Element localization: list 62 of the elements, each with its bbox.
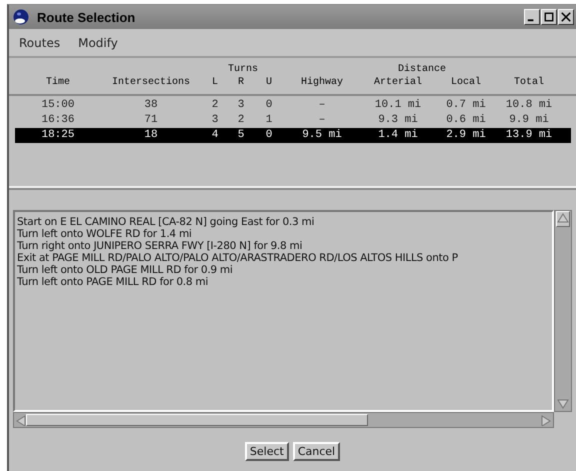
table-cell-text: 0.6 mi [445,113,487,128]
menu-item[interactable]: Routes [19,36,60,50]
column-header: Highway [300,76,344,90]
table-cell-text: 38 [143,98,159,113]
column-header: R [236,76,245,90]
table-cell-text: 10.8 mi [504,98,554,113]
scroll-left-icon[interactable] [15,414,27,426]
table-cell-text: 0.7 mi [445,98,487,113]
window-title: Route Selection [37,10,136,24]
globe-icon [13,9,29,25]
minimize-button[interactable] [524,9,540,25]
direction-line: Exit at PAGE MILL RD/PALO ALTO/PALO ALTO/ARASTRADERO RD/LOS ALTOS HILLS onto P [17,252,459,264]
table-cell-text: 16:36 [40,113,76,128]
direction-line: Turn right onto JUNIPERO SERRA FWY [I-280 N] for 9.8 mi [17,240,304,252]
table-row[interactable]: 15:00 38 2 3 0 – 10.1 mi 0.7 mi 10.8 mi [15,98,571,113]
table-cell-text: 1.4 mi [377,128,419,143]
maximize-button[interactable] [541,9,557,25]
column-header: U [264,76,273,90]
column-header: Time [44,76,71,90]
table-cell-text: 71 [143,113,159,128]
menu-item[interactable]: Modify [78,36,118,50]
table-cell-text: 18 [143,128,159,143]
table-row[interactable]: 16:36 71 3 2 1 – 9.3 mi 0.6 mi 9.9 mi [15,113,571,128]
table-cell-text: 1 [264,113,274,128]
table-cell-text: 0 [264,128,274,143]
table-cell-text: 2 [210,98,220,113]
table-row[interactable]: 18:25 18 4 5 0 9.5 mi 1.4 mi 2.9 mi 13.9 mi [15,128,571,143]
table-cell-text: 9.3 mi [377,113,419,128]
column-header: Local [450,76,482,90]
close-button[interactable] [558,9,574,25]
table-cell-text: 0 [264,98,274,113]
table-cell-text: 3 [236,98,246,113]
scroll-right-icon[interactable] [540,414,552,426]
table-cell-text: 4 [210,128,220,143]
direction-line: Turn left onto OLD PAGE MILL RD for 0.9 mi [17,264,234,276]
table-cell-text: 15:00 [40,98,76,113]
column-header: L [210,76,219,90]
column-header: Total [512,76,545,90]
direction-line: Start on E EL CAMINO REAL [CA-82 N] going East for 0.3 mi [17,216,316,228]
table-cell-text: – [318,98,326,113]
table-cell-text: 10.1 mi [374,98,422,113]
direction-line: Turn left onto PAGE MILL RD for 0.8 mi [17,276,210,288]
column-group-header: Turns [226,64,259,75]
table-cell-text: 2 [236,113,246,128]
vertical-scrollbar[interactable] [554,210,572,412]
column-group-header: Distance [396,64,447,75]
table-cell-text: – [318,113,326,128]
dialog-button[interactable]: Cancel [292,442,340,461]
scroll-up-icon[interactable] [556,212,570,224]
horizontal-scrollbar[interactable] [13,412,554,428]
table-cell-text: 5 [236,128,246,143]
direction-line: Turn left onto WOLFE RD for 1.4 mi [17,228,193,240]
dialog-button[interactable]: Select [244,442,289,461]
table-cell-text: 9.9 mi [508,113,550,128]
table-cell-text: 9.5 mi [301,128,343,143]
table-cell-text: 13.9 mi [504,128,554,143]
table-cell-text: 3 [210,113,220,128]
table-cell-text: 2.9 mi [445,128,487,143]
column-header: Arterial [372,76,423,90]
scroll-down-icon[interactable] [556,398,570,410]
column-header: Intersections [110,76,191,90]
table-cell-text: 18:25 [40,128,76,143]
